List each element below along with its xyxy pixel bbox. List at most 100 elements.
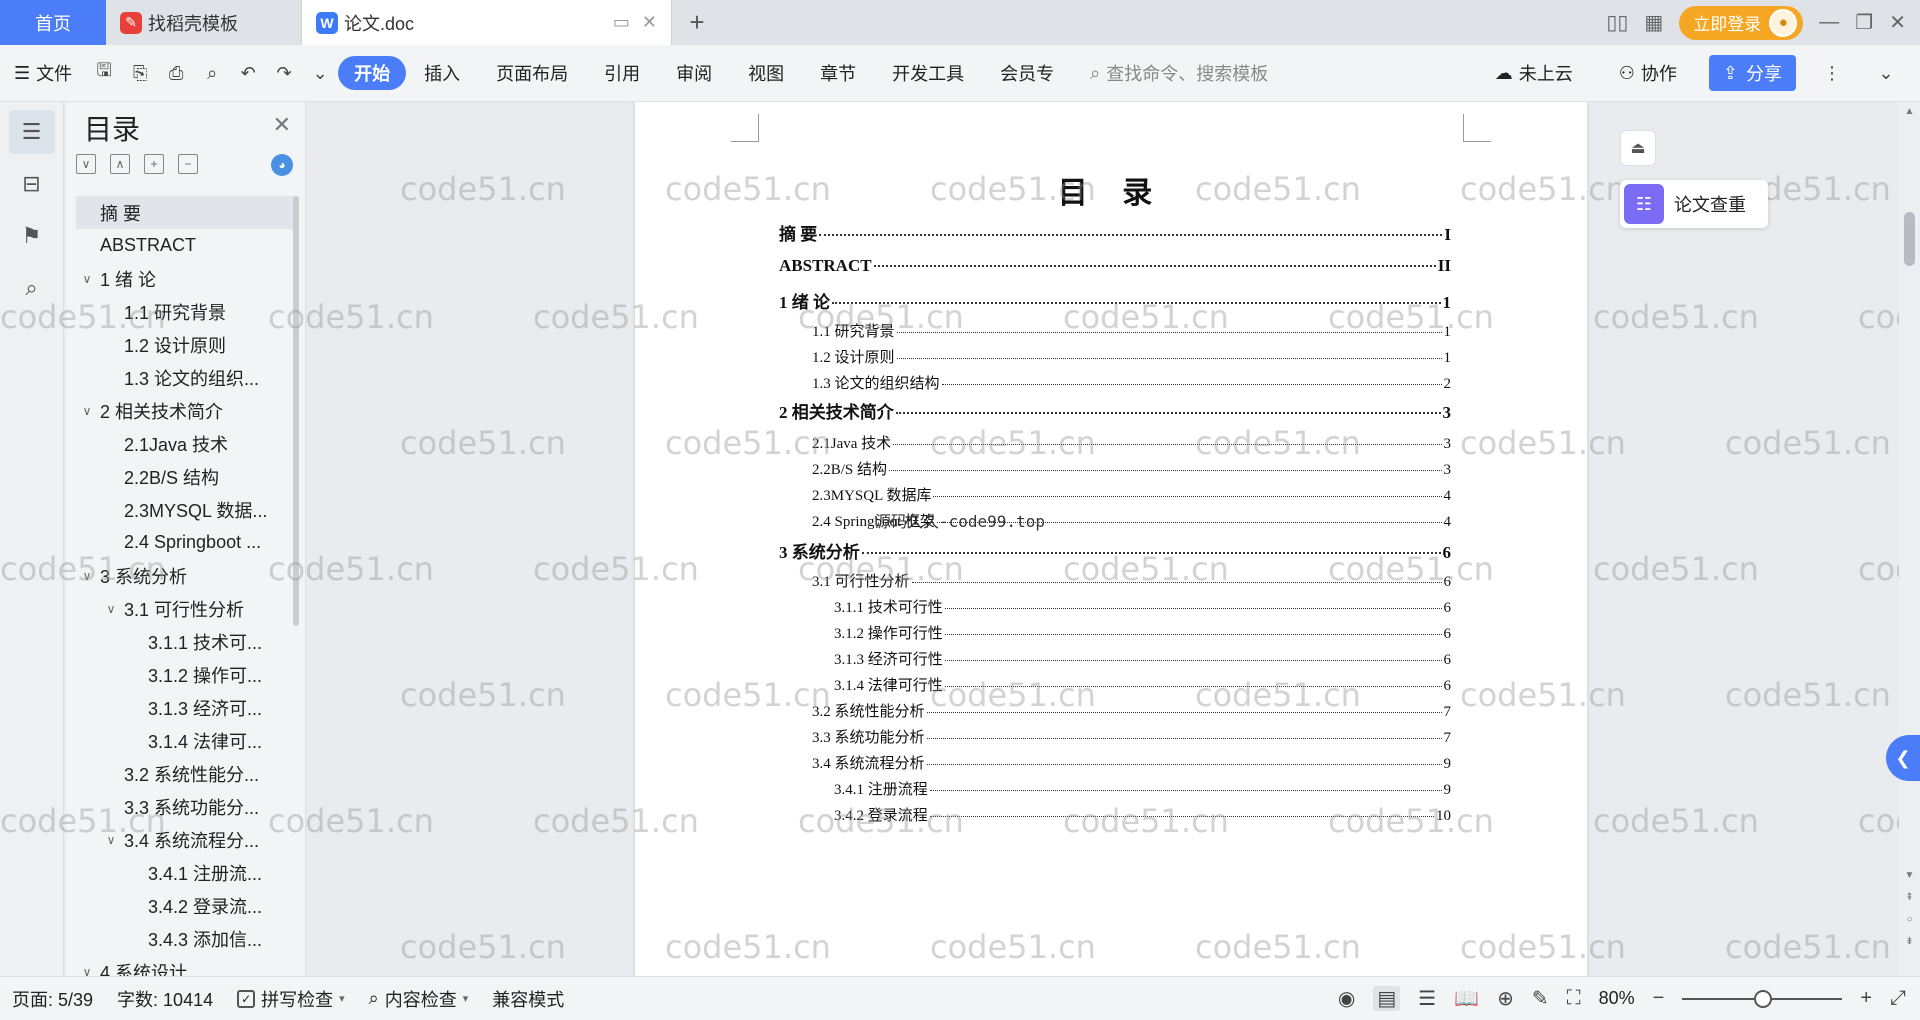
- toc-item[interactable]: 3.3 系统功能分...: [76, 790, 294, 823]
- bookmark-icon[interactable]: ⚑: [9, 214, 55, 258]
- tab-insert[interactable]: 插入: [406, 56, 478, 90]
- toc-item[interactable]: 1.1 研究背景: [76, 295, 294, 328]
- layout-switch-icon[interactable]: ▯▯: [1606, 10, 1628, 35]
- page-indicator[interactable]: 页面: 5/39: [0, 986, 105, 1012]
- toc-item[interactable]: 3.4.3 添加信...: [76, 922, 294, 955]
- save-icon[interactable]: 🖫: [86, 56, 122, 90]
- toc-item[interactable]: 3.1.2 操作可...: [76, 658, 294, 691]
- toc-item[interactable]: 3.4.2 登录流...: [76, 889, 294, 922]
- collab-button[interactable]: ⚇ 协作: [1605, 56, 1691, 90]
- outline-view-icon[interactable]: ☰: [1418, 986, 1436, 1011]
- doc-toc-entry[interactable]: 1.1 研究背景 1: [779, 320, 1451, 341]
- doc-toc-entry[interactable]: 1.3 论文的组织结构 2: [779, 372, 1451, 393]
- scroll-up-icon[interactable]: ▲: [1903, 106, 1916, 117]
- doc-toc-entry[interactable]: 3.1.4 法律可行性 6: [779, 674, 1451, 695]
- remove-heading-icon[interactable]: −: [178, 154, 198, 174]
- doc-toc-entry[interactable]: 1.2 设计原则 1: [779, 346, 1451, 367]
- doc-toc-entry[interactable]: 3.1.2 操作可行性 6: [779, 622, 1451, 643]
- more-options-icon[interactable]: ⋮: [1814, 56, 1850, 90]
- print-preview-icon[interactable]: ⌕: [194, 56, 230, 90]
- content-check-button[interactable]: ⌕ 内容检查 ▾: [357, 986, 481, 1012]
- page-view-icon[interactable]: ▤: [1373, 986, 1401, 1011]
- navigation-icon[interactable]: ⊟: [9, 162, 55, 206]
- tab-view[interactable]: 视图: [730, 56, 802, 90]
- toc-item[interactable]: ABSTRACT: [76, 229, 294, 262]
- toc-item[interactable]: ∨ 4 系统设计: [76, 955, 294, 977]
- undo-icon[interactable]: ↶: [230, 56, 266, 90]
- toc-item[interactable]: 3.1.1 技术可...: [76, 625, 294, 658]
- toc-item[interactable]: 2.4 Springboot ...: [76, 526, 294, 559]
- toc-scrollbar[interactable]: [293, 196, 299, 626]
- toc-item[interactable]: 3.1.4 法律可...: [76, 724, 294, 757]
- expand-icon[interactable]: ∨: [76, 154, 96, 174]
- doc-toc-entry[interactable]: 3.4.2 登录流程 10: [779, 804, 1451, 825]
- fit-page-icon[interactable]: ⛶: [1567, 987, 1581, 1010]
- minimize-icon[interactable]: —: [1819, 11, 1839, 34]
- smart-toc-icon[interactable]: ◕: [271, 154, 293, 176]
- toc-item[interactable]: 2.2B/S 结构: [76, 460, 294, 493]
- doc-toc-entry[interactable]: 3.3 系统功能分析 7: [779, 726, 1451, 747]
- doc-toc-entry[interactable]: 3.1.3 经济可行性 6: [779, 648, 1451, 669]
- doc-toc-entry[interactable]: ABSTRACT II: [779, 256, 1451, 276]
- toc-item[interactable]: 3.1.3 经济可...: [76, 691, 294, 724]
- find-icon[interactable]: ⌕: [9, 266, 55, 310]
- command-search[interactable]: ⌕ 查找命令、搜索模板: [1090, 60, 1360, 86]
- toc-item[interactable]: ∨ 1 绪 论: [76, 262, 294, 295]
- close-window-icon[interactable]: ✕: [1889, 10, 1906, 35]
- reading-view-icon[interactable]: 📖: [1454, 986, 1479, 1011]
- zoom-slider[interactable]: [1682, 989, 1843, 1008]
- tab-member[interactable]: 会员专: [982, 56, 1072, 90]
- quick-access-more-icon[interactable]: ⌄: [302, 56, 338, 90]
- redo-icon[interactable]: ↷: [266, 56, 302, 90]
- file-menu[interactable]: ☰ 文件: [0, 56, 86, 90]
- add-heading-icon[interactable]: +: [144, 154, 164, 174]
- cloud-status[interactable]: ☁ 未上云: [1481, 56, 1587, 90]
- doc-toc-entry[interactable]: 摘 要I: [779, 220, 1451, 245]
- word-count[interactable]: 字数: 10414: [105, 986, 225, 1012]
- toc-item[interactable]: 2.1Java 技术: [76, 427, 294, 460]
- toc-item[interactable]: ∨ 3.1 可行性分析: [76, 592, 294, 625]
- collapse-icon[interactable]: ∧: [110, 154, 130, 174]
- tab-docer[interactable]: ✎ 找稻壳模板: [106, 0, 302, 45]
- next-page-icon[interactable]: ⇟: [1903, 936, 1916, 947]
- toc-item[interactable]: 3.2 系统性能分...: [76, 757, 294, 790]
- vertical-scrollbar[interactable]: ▲ ▼ ⇞ ○ ⇟: [1899, 102, 1920, 976]
- zoom-out-icon[interactable]: −: [1653, 987, 1665, 1010]
- collapse-ribbon-icon[interactable]: ⌄: [1868, 56, 1904, 90]
- toc-item[interactable]: ∨ 2 相关技术简介: [76, 394, 294, 427]
- chevron-down-icon[interactable]: ∨: [80, 569, 94, 583]
- zoom-slider-knob[interactable]: [1754, 989, 1773, 1008]
- doc-toc-entry[interactable]: 2.3MYSQL 数据库 4: [779, 484, 1451, 505]
- zoom-level[interactable]: 80%: [1599, 988, 1635, 1009]
- doc-toc-entry[interactable]: 2.2B/S 结构 3: [779, 458, 1451, 479]
- doc-toc-entry[interactable]: 3.2 系统性能分析 7: [779, 700, 1451, 721]
- plagiarism-check-button[interactable]: ☷ 论文查重: [1620, 180, 1768, 228]
- scroll-thumb[interactable]: [1904, 212, 1915, 266]
- tab-home[interactable]: 首页: [0, 0, 106, 45]
- tab-document[interactable]: W 论文.doc ▭ ✕: [302, 0, 672, 45]
- toc-item[interactable]: 摘 要: [76, 196, 294, 229]
- tab-home-ribbon[interactable]: 开始: [338, 56, 407, 90]
- doc-toc-entry[interactable]: 3.1 可行性分析 6: [779, 570, 1451, 591]
- eye-protection-icon[interactable]: ◉: [1338, 986, 1355, 1011]
- pen-mode-icon[interactable]: ✎: [1532, 986, 1549, 1011]
- collapse-panel-icon[interactable]: ⏏: [1620, 130, 1656, 166]
- maximize-icon[interactable]: ❐: [1855, 10, 1873, 35]
- close-tab-icon[interactable]: ✕: [642, 12, 657, 33]
- toc-panel-icon[interactable]: ☰: [8, 110, 55, 154]
- toc-item[interactable]: ∨ 3.4 系统流程分...: [76, 823, 294, 856]
- select-browse-icon[interactable]: ○: [1903, 914, 1916, 925]
- chevron-down-icon[interactable]: ∨: [80, 272, 94, 286]
- chevron-down-icon[interactable]: ∨: [104, 602, 118, 616]
- doc-toc-entry[interactable]: 2 相关技术简介 3: [779, 398, 1451, 423]
- tab-references[interactable]: 引用: [586, 56, 658, 90]
- doc-toc-entry[interactable]: 3.4 系统流程分析 9: [779, 752, 1451, 773]
- pin-window-icon[interactable]: ▭: [613, 12, 630, 33]
- apps-grid-icon[interactable]: ▦: [1644, 10, 1663, 35]
- toc-item[interactable]: 3.4.1 注册流...: [76, 856, 294, 889]
- web-view-icon[interactable]: ⊕: [1497, 986, 1514, 1011]
- close-icon[interactable]: ✕: [273, 112, 291, 138]
- toc-item[interactable]: ∨ 3 系统分析: [76, 559, 294, 592]
- prev-page-icon[interactable]: ⇞: [1903, 892, 1916, 903]
- doc-toc-entry[interactable]: 2.1Java 技术 3: [779, 432, 1451, 453]
